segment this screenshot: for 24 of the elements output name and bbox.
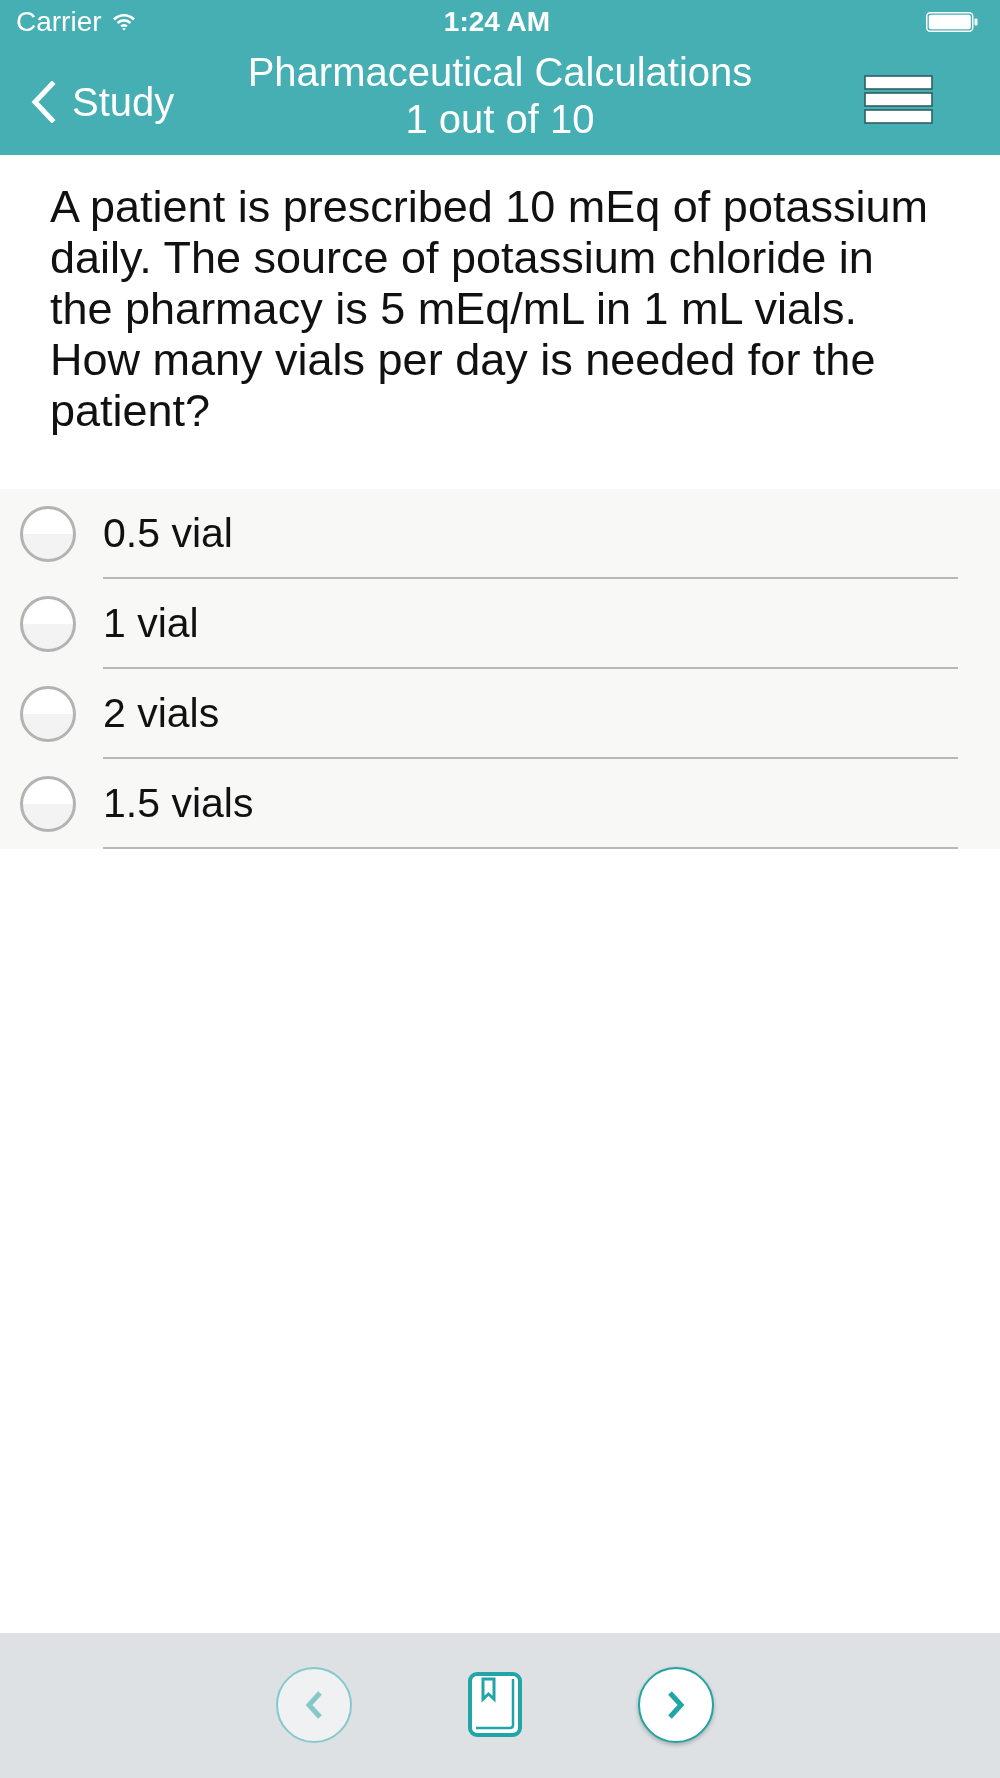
battery-icon (926, 12, 978, 32)
screen-title: Pharmaceutical Calculations (247, 48, 753, 96)
radio-button[interactable] (20, 686, 76, 742)
question-counter: 1 out of 10 (405, 95, 595, 143)
option-label: 1.5 vials (103, 779, 254, 827)
radio-button[interactable] (20, 506, 76, 562)
wifi-icon (111, 13, 136, 31)
next-button[interactable] (638, 1667, 714, 1743)
book-button[interactable] (468, 1672, 522, 1737)
option-label: 1 vial (103, 599, 199, 647)
back-button[interactable]: Study (0, 74, 175, 125)
radio-button[interactable] (20, 596, 76, 652)
menu-button[interactable] (864, 74, 934, 125)
carrier-label: Carrier (16, 6, 102, 38)
radio-button[interactable] (20, 776, 76, 832)
option-label: 2 vials (103, 689, 220, 737)
chevron-left-icon (30, 80, 56, 123)
chevron-left-icon (305, 1691, 323, 1719)
option-label: 0.5 vial (103, 509, 233, 557)
status-time: 1:24 AM (443, 6, 551, 38)
question-text: A patient is prescribed 10 mEq of potassium daily. The source of potassium chloride in the pharmacy is 5 mEq/mL in 1 mL vials. How many vials per day is needed for the patient? (49, 180, 929, 438)
book-icon (468, 1672, 522, 1737)
menu-icon (864, 74, 934, 125)
chevron-right-icon (667, 1691, 685, 1719)
